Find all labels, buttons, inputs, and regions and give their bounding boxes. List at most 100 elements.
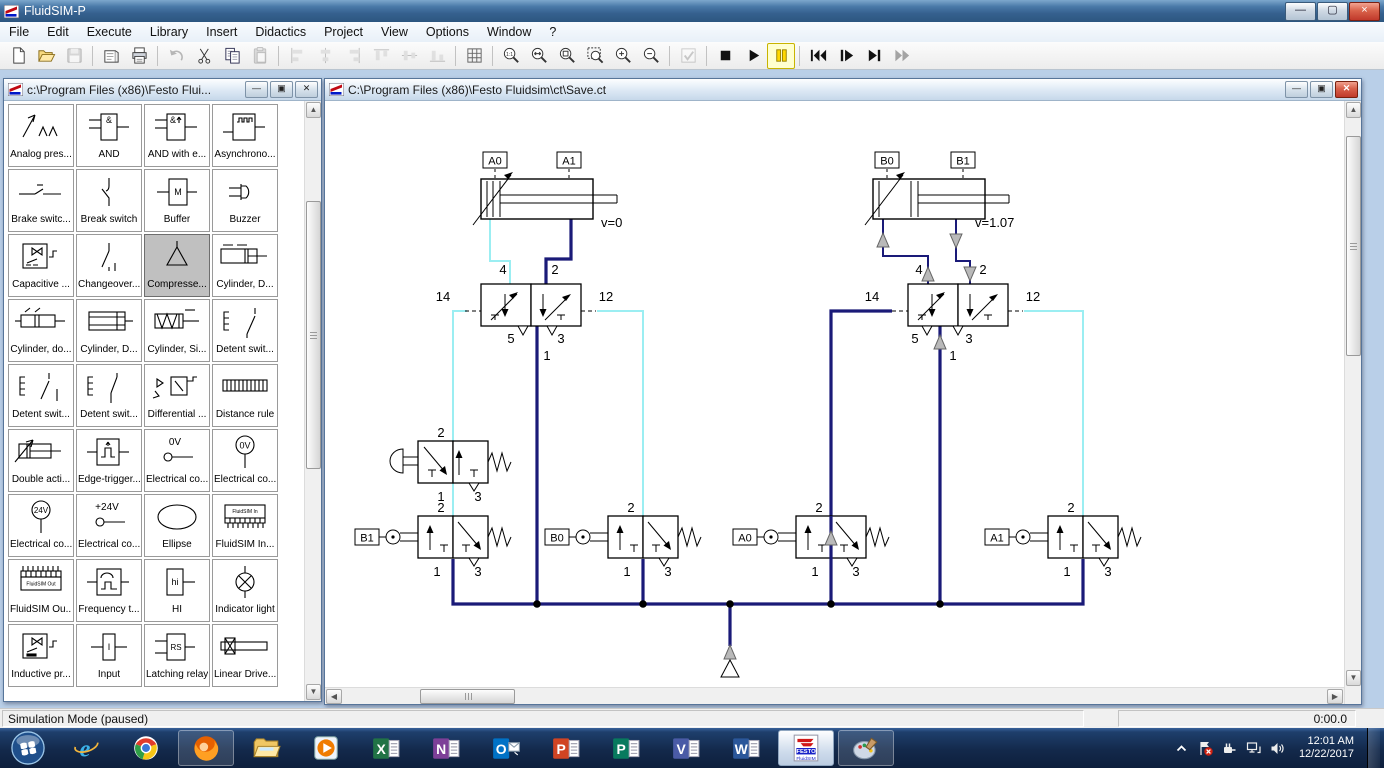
library-item-compressed-air[interactable]: Compresse... <box>144 234 210 297</box>
library-minimize-button[interactable]: — <box>245 81 268 98</box>
scroll-thumb[interactable] <box>306 201 321 469</box>
taskbar-internet-explorer-icon[interactable]: e <box>58 730 114 766</box>
library-item-fluidsim-in[interactable]: FluidSIM In FluidSIM In... <box>212 494 278 557</box>
close-button[interactable]: × <box>1349 1 1380 21</box>
page-setup-button[interactable] <box>97 43 125 69</box>
limit-valve-a0[interactable]: A0 2 1 3 <box>732 500 890 579</box>
zoom-fit-page-button[interactable] <box>553 43 581 69</box>
scroll-up-arrow[interactable]: ▲ <box>1346 102 1361 118</box>
library-vertical-scrollbar[interactable]: ▲ ▼ <box>304 101 321 701</box>
minimize-button[interactable]: — <box>1285 1 1316 21</box>
single-step-button[interactable] <box>832 43 860 69</box>
library-item-elec-24v[interactable]: +24V Electrical co... <box>76 494 142 557</box>
library-item-cylinder-double[interactable]: Cylinder, D... <box>212 234 278 297</box>
library-item-latching-relay[interactable]: RS Latching relay <box>144 624 210 687</box>
scroll-left-arrow[interactable]: ◀ <box>326 689 342 704</box>
maximize-button[interactable]: ▢ <box>1317 1 1348 21</box>
scroll-down-arrow[interactable]: ▼ <box>1346 670 1361 686</box>
library-item-elec-0v[interactable]: 0V Electrical co... <box>144 429 210 492</box>
scroll-down-arrow[interactable]: ▼ <box>306 684 321 700</box>
grid-button[interactable] <box>460 43 488 69</box>
library-item-frequency[interactable]: Frequency t... <box>76 559 142 622</box>
menu-view[interactable]: View <box>372 23 417 41</box>
library-restore-button[interactable]: ▣ <box>270 81 293 98</box>
taskbar-powerpoint-icon[interactable]: P <box>538 730 594 766</box>
library-item-distance-rule[interactable]: Distance rule <box>212 364 278 427</box>
hidden-icons-chevron-icon[interactable] <box>1173 740 1190 757</box>
menu-library[interactable]: Library <box>141 23 197 41</box>
library-item-brake-switch[interactable]: Brake switc... <box>8 169 74 232</box>
circuit-close-button[interactable]: ✕ <box>1335 81 1358 98</box>
taskbar-start-button[interactable] <box>2 730 54 766</box>
cylinder-b[interactable]: B0 B1 v=1.07 <box>864 151 1014 230</box>
taskbar-outlook-icon[interactable]: O <box>478 730 534 766</box>
library-item-break-switch[interactable]: Break switch <box>76 169 142 232</box>
limit-valve-a1[interactable]: A1 2 1 3 <box>984 500 1142 579</box>
pause-simulation-button[interactable] <box>767 42 795 69</box>
circuit-restore-button[interactable]: ▣ <box>1310 81 1333 98</box>
library-item-edge-trigger[interactable]: Edge-trigger... <box>76 429 142 492</box>
taskbar-firefox-icon[interactable] <box>178 730 234 766</box>
circuit-canvas[interactable]: A0 A1 v=0 B0 B1 v=1.07 14 12 4 2 5 3 1 1… <box>325 101 1342 685</box>
library-item-buffer[interactable]: M Buffer <box>144 169 210 232</box>
circuit-minimize-button[interactable]: — <box>1285 81 1308 98</box>
show-desktop-button[interactable] <box>1367 728 1380 768</box>
zoom-out-button[interactable] <box>637 43 665 69</box>
scroll-thumb[interactable] <box>1346 136 1361 356</box>
menu-execute[interactable]: Execute <box>78 23 141 41</box>
library-item-and-edge[interactable]: & AND with e... <box>144 104 210 167</box>
network-icon[interactable] <box>1245 740 1262 757</box>
print-button[interactable] <box>125 43 153 69</box>
power-plug-icon[interactable] <box>1221 740 1238 757</box>
simulate-to-state-change-button[interactable] <box>860 43 888 69</box>
zoom-fit-width-button[interactable] <box>525 43 553 69</box>
taskbar-fluidsim-icon[interactable]: FESTO FluidSIM <box>778 730 834 766</box>
action-center-flag-icon[interactable] <box>1197 740 1214 757</box>
cylinder-a[interactable]: A0 A1 v=0 <box>472 151 622 230</box>
library-item-linear-drive[interactable]: Linear Drive... <box>212 624 278 687</box>
library-item-ellipse[interactable]: Ellipse <box>144 494 210 557</box>
taskbar-chrome-icon[interactable] <box>118 730 174 766</box>
taskbar-publisher-icon[interactable]: P <box>598 730 654 766</box>
zoom-in-button[interactable] <box>609 43 637 69</box>
clock[interactable]: 12:01 AM 12/22/2017 <box>1293 735 1360 761</box>
library-item-analog-pressure[interactable]: Analog pres... <box>8 104 74 167</box>
menu-edit[interactable]: Edit <box>38 23 78 41</box>
zoom-original-button[interactable]: 1:1 <box>497 43 525 69</box>
library-item-buzzer[interactable]: Buzzer <box>212 169 278 232</box>
library-item-double-acting[interactable]: Double acti... <box>8 429 74 492</box>
menu-help[interactable]: ? <box>540 23 565 41</box>
library-item-hi-label[interactable]: hi HI <box>144 559 210 622</box>
new-file-button[interactable] <box>4 43 32 69</box>
library-item-and-gate[interactable]: & AND <box>76 104 142 167</box>
cut-button[interactable] <box>190 43 218 69</box>
taskbar-media-player-icon[interactable] <box>298 730 354 766</box>
taskbar-windows-explorer-icon[interactable] <box>238 730 294 766</box>
pushbutton-valve[interactable]: 2 1 3 <box>389 425 512 504</box>
library-item-detent-switch3[interactable]: Detent swit... <box>76 364 142 427</box>
open-file-button[interactable] <box>32 43 60 69</box>
library-item-detent-switch2[interactable]: Detent swit... <box>8 364 74 427</box>
library-item-cylinder-single[interactable]: Cylinder, Si... <box>144 299 210 362</box>
library-item-elec-24v-circle[interactable]: 24V Electrical co... <box>8 494 74 557</box>
valve-a-52[interactable]: 14 12 4 2 5 3 1 <box>436 262 613 363</box>
compressed-air-supply[interactable] <box>720 644 740 678</box>
library-item-indicator-light[interactable]: Indicator light <box>212 559 278 622</box>
menu-window[interactable]: Window <box>478 23 540 41</box>
copy-button[interactable] <box>218 43 246 69</box>
taskbar-paint-icon[interactable] <box>838 730 894 766</box>
reset-simulation-button[interactable] <box>804 43 832 69</box>
library-close-button[interactable]: ✕ <box>295 81 318 98</box>
library-item-input[interactable]: I Input <box>76 624 142 687</box>
library-item-inductive-sensor[interactable]: Inductive pr... <box>8 624 74 687</box>
library-item-capacitive-sensor[interactable]: Capacitive ... <box>8 234 74 297</box>
library-item-differential[interactable]: Differential ... <box>144 364 210 427</box>
library-item-detent-switch[interactable]: Detent swit... <box>212 299 278 362</box>
limit-valve-b0[interactable]: B0 2 1 3 <box>544 500 702 579</box>
menu-insert[interactable]: Insert <box>197 23 246 41</box>
menu-project[interactable]: Project <box>315 23 372 41</box>
taskbar-word-icon[interactable]: W <box>718 730 774 766</box>
scroll-right-arrow[interactable]: ▶ <box>1327 689 1343 704</box>
stop-simulation-button[interactable] <box>711 43 739 69</box>
library-item-cylinder-double-rod[interactable]: Cylinder, do... <box>8 299 74 362</box>
